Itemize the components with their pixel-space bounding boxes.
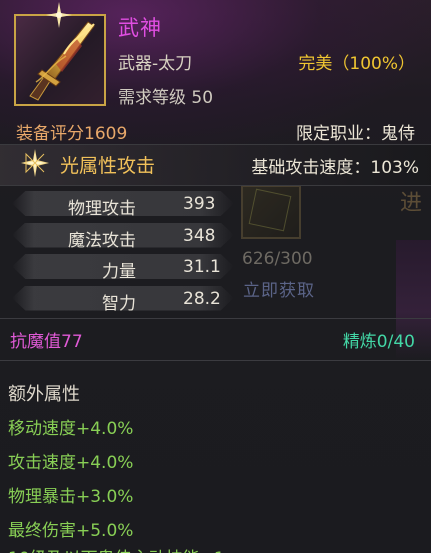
item-type: 武器-太刀	[118, 54, 193, 74]
sparkle-icon	[46, 2, 72, 28]
stat-value: 348	[183, 225, 216, 246]
stat-row: 物理攻击 393	[0, 188, 260, 220]
divider	[0, 318, 431, 319]
stat-value: 28.2	[183, 288, 221, 309]
anti-magic-value: 抗魔值77	[10, 332, 83, 352]
stat-row: 魔法攻击 348	[0, 220, 260, 252]
background-edge-text: 进	[400, 191, 423, 216]
attack-element: 光属性攻击	[60, 155, 156, 177]
stat-label: 物理攻击	[68, 199, 136, 219]
stat-value: 393	[183, 194, 216, 214]
job-restriction: 限定职业：鬼侍	[296, 124, 415, 144]
stat-list: 物理攻击 393 魔法攻击 348 力量 31.1 智力 28.2	[0, 188, 260, 314]
item-tooltip: 进 626/300 立即获取 武神 武器-太刀 完美（100%） 需求等级 50…	[0, 0, 431, 553]
stat-row: 力量 31.1	[0, 251, 260, 283]
light-attribute-icon	[21, 149, 49, 177]
stat-value: 31.1	[183, 257, 221, 277]
sword-icon	[29, 21, 95, 101]
stat-row: 智力 28.2	[0, 283, 260, 315]
required-level: 需求等级 50	[118, 88, 214, 108]
extra-attribute-item: 攻击速度+4.0%	[8, 453, 134, 473]
item-name: 武神	[118, 16, 162, 40]
extra-attribute-item: 移动速度+4.0%	[8, 419, 134, 439]
stat-label: 魔法攻击	[68, 230, 136, 251]
item-quality: 完美（100%）	[298, 54, 415, 74]
divider	[0, 360, 431, 361]
stat-label: 智力	[102, 293, 136, 314]
extra-attribute-item: 物理暴击+3.0%	[8, 487, 134, 507]
extra-attribute-item: 最终伤害+5.0%	[8, 521, 134, 541]
stat-label: 力量	[102, 262, 136, 282]
equipment-score: 装备评分1609	[16, 124, 128, 144]
base-attack-speed: 基础攻击速度：103%	[251, 158, 419, 178]
extra-attributes-title: 额外属性	[8, 384, 80, 405]
refine-level: 精炼0/40	[342, 332, 415, 352]
extra-attribute-item: 10级及以下鬼侍主动技能+1	[8, 544, 225, 553]
